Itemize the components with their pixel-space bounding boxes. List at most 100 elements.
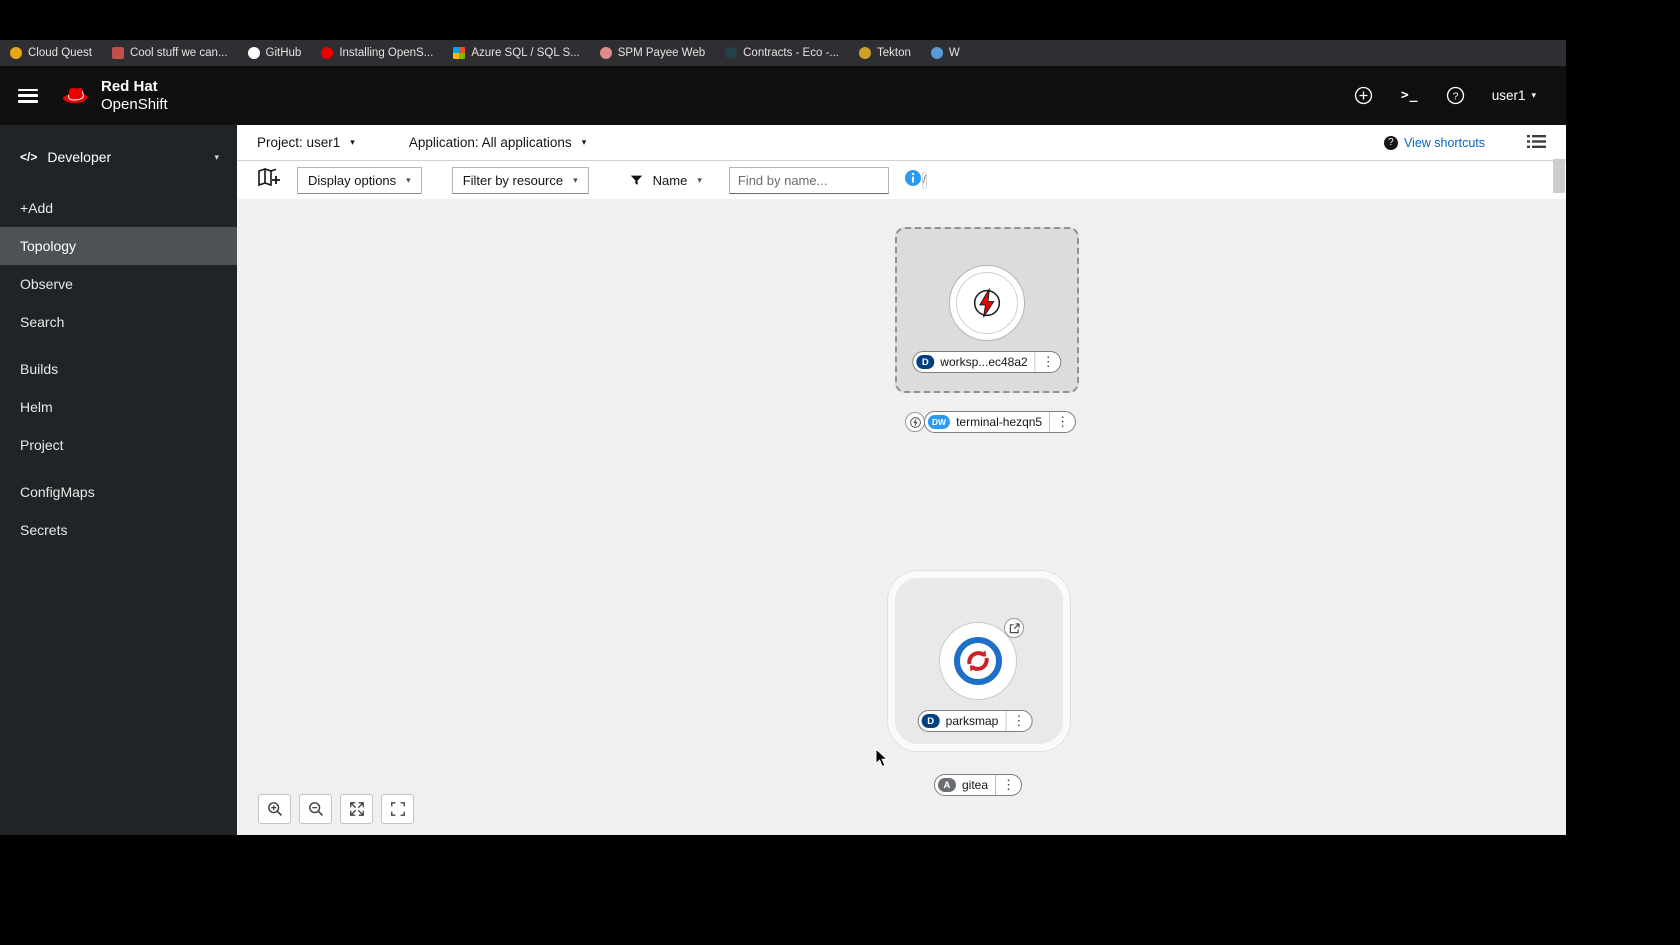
workspace-node-label[interactable]: D worksp...ec48a2 ⋮ <box>912 351 1062 373</box>
chevron-down-icon: ▾ <box>350 137 355 147</box>
deployment-badge: D <box>921 714 940 728</box>
external-link-decorator-icon[interactable] <box>1004 618 1024 638</box>
topology-canvas[interactable]: D worksp...ec48a2 ⋮ DW terminal-hezqn5 ⋮ <box>237 200 1566 835</box>
redhat-fedora-icon <box>63 87 87 103</box>
github-favicon <box>247 47 260 59</box>
terminal-glyph: >_ <box>1400 88 1419 103</box>
kebab-menu-icon[interactable]: ⋮ <box>1034 352 1061 372</box>
parksmap-label-text: parksmap <box>945 714 999 728</box>
sidebar-item-builds[interactable]: Builds <box>0 350 237 388</box>
scrollbar-thumb[interactable] <box>1553 159 1565 193</box>
chevron-down-icon: ▾ <box>1531 90 1536 100</box>
bookmark-label: GitHub <box>265 47 302 59</box>
zoom-in-button[interactable] <box>258 794 291 824</box>
bookmark-contracts[interactable]: Contracts - Eco -... <box>725 47 839 59</box>
kebab-menu-icon[interactable]: ⋮ <box>1049 412 1075 432</box>
web-terminal-icon[interactable]: >_ <box>1400 86 1420 106</box>
quick-create-plus-icon[interactable] <box>1354 86 1374 106</box>
bookmark-azure-sql[interactable]: Azure SQL / SQL S... <box>453 47 580 59</box>
spm-favicon <box>599 47 612 59</box>
chevron-down-icon: ▾ <box>697 174 702 185</box>
bookmark-cool-stuff[interactable]: Cool stuff we can... <box>111 47 228 59</box>
view-shortcuts-link[interactable]: ? View shortcuts <box>1383 135 1485 150</box>
sidebar-item-secrets[interactable]: Secrets <box>0 511 237 549</box>
bookmark-installing-openshift[interactable]: Installing OpenS... <box>321 47 433 59</box>
nav-toggle-hamburger-icon[interactable] <box>18 88 38 103</box>
terminal-status-decorator-icon[interactable] <box>905 412 925 432</box>
name-filter-dropdown[interactable]: Name ▾ <box>618 166 713 194</box>
terminal-node-label[interactable]: DW terminal-hezqn5 ⋮ <box>923 411 1077 433</box>
sidebar-item-observe[interactable]: Observe <box>0 265 237 303</box>
tekton-favicon <box>858 47 871 59</box>
perspective-switcher[interactable]: </> Developer ▾ <box>0 139 237 175</box>
help-icon[interactable]: ? <box>1446 86 1466 106</box>
bookmark-label: Cloud Quest <box>28 47 92 59</box>
workspace-node[interactable] <box>949 265 1025 341</box>
openshift-favicon <box>321 47 334 59</box>
zoom-out-button[interactable] <box>299 794 332 824</box>
contracts-favicon <box>725 47 738 59</box>
question-circle-icon: ? <box>1383 135 1398 150</box>
project-dropdown[interactable]: Project: user1 ▾ <box>257 135 355 150</box>
bookmark-label: Azure SQL / SQL S... <box>471 47 580 59</box>
find-by-name-input[interactable] <box>729 172 922 188</box>
sidebar-nav: </> Developer ▾ +Add Topology Observe Se… <box>0 125 237 835</box>
bookmark-label: W <box>948 47 960 59</box>
sidebar-item-helm[interactable]: Helm <box>0 388 237 426</box>
fullscreen-button[interactable] <box>381 794 414 824</box>
bookmark-github[interactable]: GitHub <box>247 47 302 59</box>
cloud-quest-favicon <box>10 47 22 59</box>
parksmap-node-label[interactable]: D parksmap ⋮ <box>917 710 1033 732</box>
gitea-node-label[interactable]: A gitea ⋮ <box>933 774 1023 796</box>
kebab-menu-icon[interactable]: ⋮ <box>995 775 1021 795</box>
find-by-name-search: / <box>728 166 927 194</box>
parksmap-sync-icon <box>954 637 1002 685</box>
topology-toolbar: Display options ▾ Filter by resource ▾ N… <box>237 161 1566 199</box>
bookmark-w[interactable]: W <box>930 47 960 59</box>
application-dropdown[interactable]: Application: All applications ▾ <box>409 135 586 150</box>
kebab-menu-icon[interactable]: ⋮ <box>1005 711 1031 731</box>
name-filter-label: Name <box>652 172 688 188</box>
export-application-icon[interactable] <box>257 167 281 193</box>
user-name: user1 <box>1491 88 1526 103</box>
svg-text:?: ? <box>1453 91 1459 102</box>
list-view-toggle-icon[interactable] <box>1527 134 1546 152</box>
filter-funnel-icon <box>630 175 642 185</box>
sidebar-item-topology[interactable]: Topology <box>0 227 237 265</box>
chevron-down-icon: ▾ <box>573 174 578 185</box>
terminal-label-text: terminal-hezqn5 <box>956 415 1043 429</box>
gitea-label-text: gitea <box>961 778 989 792</box>
fit-to-screen-button[interactable] <box>340 794 373 824</box>
main-content: Project: user1 ▾ Application: All applic… <box>237 125 1566 835</box>
filter-by-resource-dropdown[interactable]: Filter by resource ▾ <box>451 166 589 194</box>
bookmark-label: SPM Payee Web <box>617 47 706 59</box>
display-options-dropdown[interactable]: Display options ▾ <box>297 166 422 194</box>
context-bar: Project: user1 ▾ Application: All applic… <box>237 125 1566 161</box>
mouse-cursor <box>875 747 889 773</box>
sidebar-item-configmaps[interactable]: ConfigMaps <box>0 473 237 511</box>
brand-text: Red Hat OpenShift <box>101 78 168 113</box>
bookmark-spm-payee[interactable]: SPM Payee Web <box>599 47 706 59</box>
display-options-label: Display options <box>308 172 397 188</box>
info-icon[interactable] <box>904 169 921 191</box>
user-menu[interactable]: user1 ▾ <box>1492 88 1536 103</box>
brand-redhat: Red Hat <box>101 78 158 96</box>
filter-by-resource-label: Filter by resource <box>462 172 564 188</box>
project-dropdown-label: Project: user1 <box>257 135 341 150</box>
brand-openshift: OpenShift <box>101 95 168 113</box>
devworkspace-badge: DW <box>927 415 951 429</box>
chevron-down-icon: ▾ <box>406 174 411 185</box>
sidebar-item-search[interactable]: Search <box>0 303 237 341</box>
bookmarks-bar: Cloud Quest Cool stuff we can... GitHub … <box>0 40 1566 66</box>
redhat-openshift-logo[interactable]: Red Hat OpenShift <box>60 78 168 113</box>
bookmark-tekton[interactable]: Tekton <box>858 47 911 59</box>
application-dropdown-label: Application: All applications <box>408 135 572 150</box>
chevron-down-icon: ▾ <box>214 151 219 162</box>
bookmark-cloud-quest[interactable]: Cloud Quest <box>10 47 92 59</box>
bookmark-label: Tekton <box>876 47 911 59</box>
sidebar-item-add[interactable]: +Add <box>0 189 237 227</box>
view-shortcuts-label: View shortcuts <box>1403 135 1485 150</box>
bookmark-label: Installing OpenS... <box>339 47 434 59</box>
canvas-controls <box>258 794 414 824</box>
sidebar-item-project[interactable]: Project <box>0 426 237 464</box>
